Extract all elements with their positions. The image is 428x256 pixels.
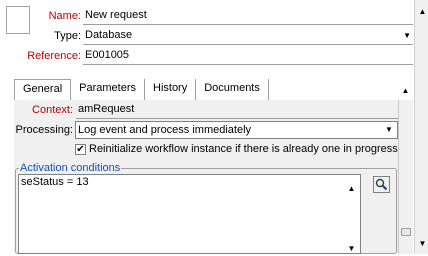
chevron-down-icon[interactable]: ▼ <box>403 28 411 44</box>
scroll-up-icon[interactable]: ▲ <box>415 4 428 19</box>
processing-label: Processing: <box>15 124 73 136</box>
context-label: Context: <box>32 104 73 116</box>
activation-conditions-title: Activation conditions <box>19 162 122 174</box>
chevron-down-icon[interactable]: ▼ <box>382 123 396 137</box>
activation-conditions-text: seStatus = 13 <box>21 176 89 188</box>
magnifier-icon <box>375 178 388 191</box>
reference-field[interactable]: E001005 <box>83 47 413 65</box>
type-value: Database <box>85 29 133 41</box>
tab-history[interactable]: History <box>145 79 197 100</box>
type-label: Type: <box>54 30 81 42</box>
panel-scrollbar[interactable] <box>398 100 413 254</box>
panel-scroll-thumb[interactable] <box>401 228 411 236</box>
context-field[interactable]: amRequest <box>76 101 398 119</box>
tab-bar: General Parameters History Documents <box>14 79 269 100</box>
outer-scrollbar[interactable]: ▲ ▼ <box>414 0 428 254</box>
reinit-checkbox[interactable]: ✔ <box>75 144 86 155</box>
tab-documents[interactable]: Documents <box>196 79 269 100</box>
reference-label: Reference: <box>27 50 81 62</box>
name-label: Name: <box>48 10 81 22</box>
record-icon-box <box>6 6 30 34</box>
processing-value: Log event and process immediately <box>78 124 252 136</box>
reinit-label: Reinitialize workflow instance if there … <box>89 143 398 155</box>
search-button[interactable] <box>373 176 390 193</box>
textarea-scroll-up-icon[interactable]: ▲ <box>344 181 359 196</box>
scroll-down-icon[interactable]: ▼ <box>415 236 428 251</box>
processing-select[interactable]: Log event and process immediately ▼ <box>75 121 398 139</box>
tab-panel-scroll-up-icon[interactable]: ▲ <box>398 83 413 98</box>
activation-conditions-input[interactable]: seStatus = 13 ▲ ▼ <box>18 174 361 254</box>
tab-general[interactable]: General <box>14 79 72 100</box>
type-select[interactable]: Database ▼ <box>83 27 413 45</box>
tab-parameters[interactable]: Parameters <box>71 79 145 100</box>
name-field[interactable]: New request <box>83 7 413 25</box>
